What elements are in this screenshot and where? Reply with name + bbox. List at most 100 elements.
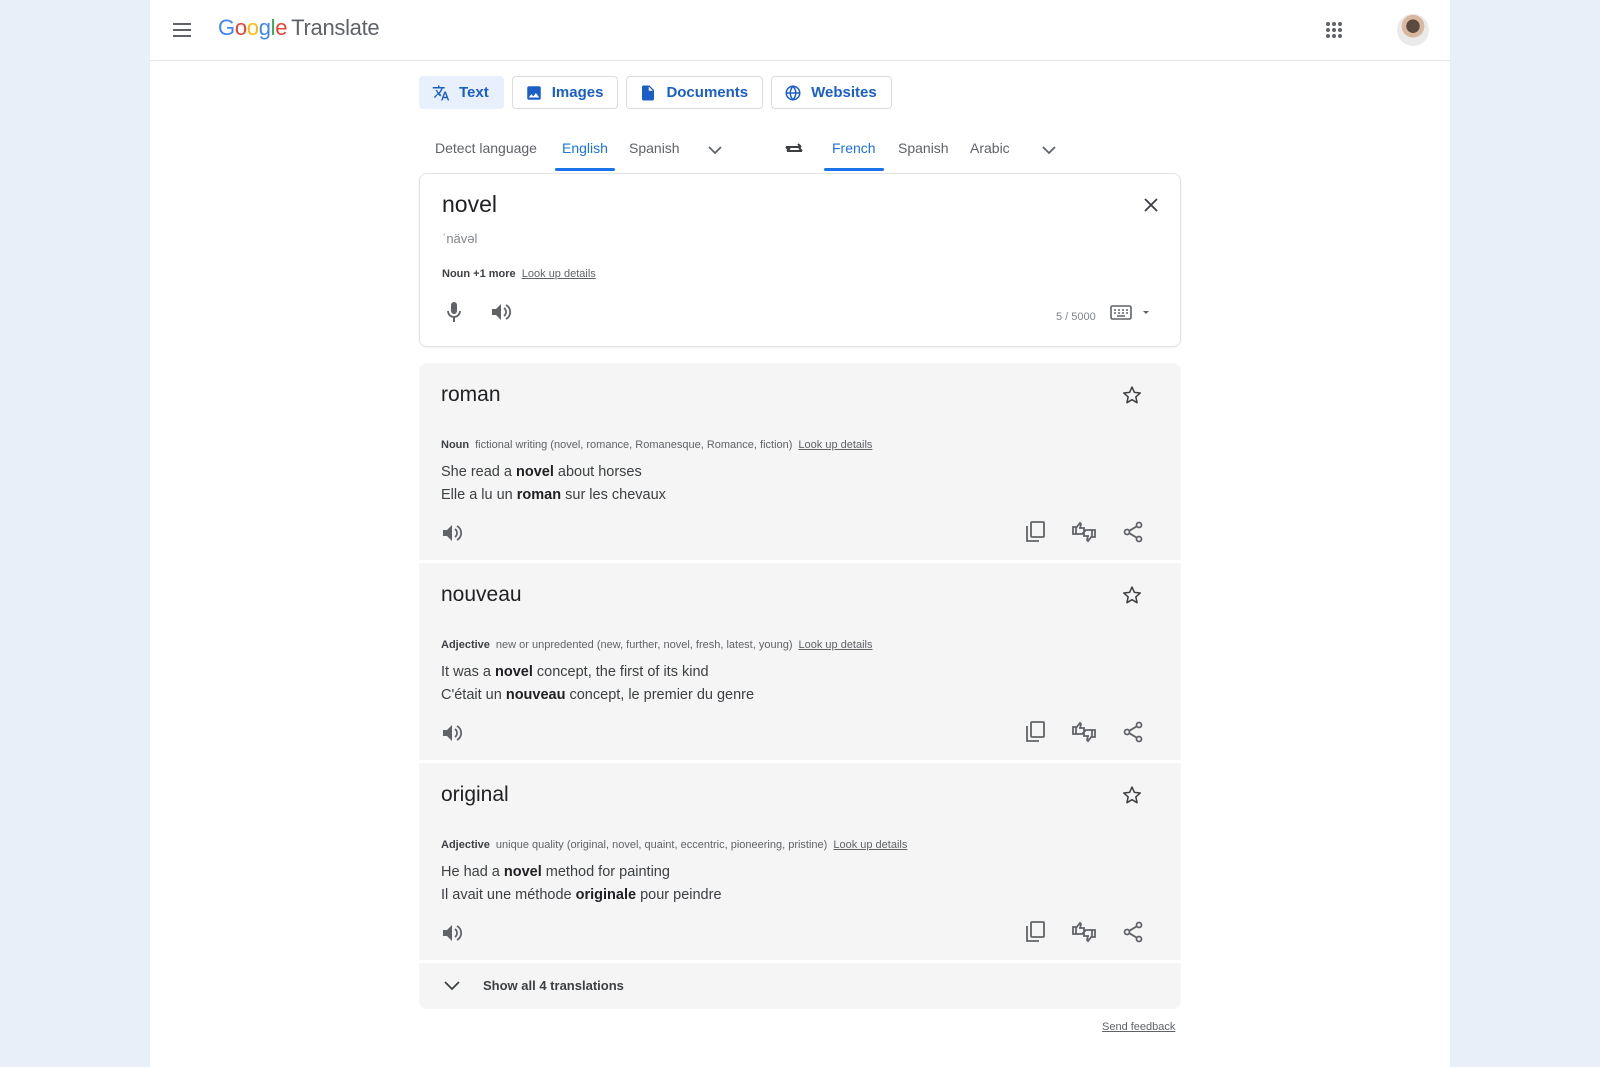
highlighted-word: novel	[503, 864, 542, 880]
translation-card: nouveau Adjective new or unpredented (new…	[419, 563, 1181, 763]
source-lang-spanish[interactable]: Spanish	[629, 140, 680, 156]
character-count: 5 / 5000	[1056, 311, 1096, 323]
tab-text[interactable]: Text	[419, 76, 504, 109]
highlighted-word: originale	[575, 887, 637, 903]
document-icon	[642, 85, 655, 100]
part-of-speech: Adjective	[441, 839, 490, 851]
source-text-input[interactable]: novel	[442, 191, 497, 218]
translate-icon	[432, 85, 450, 100]
product-name: Translate	[291, 15, 380, 40]
highlighted-word: roman	[516, 487, 562, 503]
source-part-of-speech: Noun +1 more Look up details	[442, 268, 596, 280]
share-icon[interactable]	[1120, 519, 1146, 545]
target-lang-french[interactable]: French	[832, 140, 876, 156]
rate-translation-thumbs-icon[interactable]	[1070, 919, 1098, 945]
translation-card: original Adjective unique quality (origin…	[419, 763, 1181, 963]
example-text: She read a	[441, 464, 516, 480]
highlighted-word: novel	[515, 464, 554, 480]
example-text: concept, le premier du genre	[565, 687, 755, 703]
source-lang-active-indicator	[555, 168, 615, 171]
translation-word: original	[441, 783, 509, 806]
send-feedback-link[interactable]: Send feedback	[1102, 1021, 1175, 1033]
tab-documents[interactable]: Documents	[626, 76, 764, 109]
google-translate-logo[interactable]: Google Translate	[218, 15, 380, 41]
example-source: She read a novel about horses	[441, 464, 642, 480]
save-star-icon[interactable]	[1120, 383, 1144, 407]
user-avatar[interactable]	[1397, 14, 1429, 46]
clear-text-close-icon[interactable]	[1138, 192, 1164, 218]
logo-letter: o	[234, 15, 247, 40]
look-up-details-link[interactable]: Look up details	[798, 439, 872, 451]
listen-speaker-icon[interactable]	[441, 921, 465, 945]
logo-letter: e	[275, 15, 288, 40]
example-text: pour peindre	[636, 887, 722, 903]
translation-meta: Adjective unique quality (original, novel…	[441, 839, 907, 851]
pos-label: Noun +1 more	[442, 268, 516, 280]
translation-results: roman Noun fictional writing (novel, roma…	[419, 363, 1181, 1009]
copy-icon[interactable]	[1022, 919, 1048, 945]
translation-word: roman	[441, 383, 501, 406]
copy-icon[interactable]	[1022, 519, 1048, 545]
listen-speaker-icon[interactable]	[441, 721, 465, 745]
top-app-bar: Google Translate	[150, 0, 1450, 61]
part-of-speech: Adjective	[441, 639, 490, 651]
listen-speaker-icon[interactable]	[490, 300, 514, 324]
highlighted-word: novel	[495, 664, 533, 680]
target-lang-more-chevron-down-icon[interactable]	[1039, 140, 1059, 160]
tab-label: Text	[459, 84, 489, 101]
target-lang-arabic[interactable]: Arabic	[970, 140, 1010, 156]
tab-websites[interactable]: Websites	[771, 76, 892, 109]
translation-meta: Noun fictional writing (novel, romance, R…	[441, 439, 872, 451]
translation-gloss: unique quality (original, novel, quaint,…	[495, 839, 828, 851]
rate-translation-thumbs-icon[interactable]	[1070, 719, 1098, 745]
part-of-speech: Noun	[441, 439, 470, 451]
keyboard-input-tools-icon[interactable]	[1110, 302, 1154, 322]
language-bar: Detect language English Spanish French S…	[419, 130, 1181, 172]
translation-card: roman Noun fictional writing (novel, roma…	[419, 363, 1181, 563]
logo-letter: o	[246, 15, 259, 40]
example-text: sur les chevaux	[561, 487, 666, 503]
source-lang-more-chevron-down-icon[interactable]	[705, 140, 725, 160]
logo-letter: g	[258, 15, 271, 40]
highlighted-word: nouveau	[505, 687, 566, 703]
example-source: It was a novel concept, the first of its…	[441, 664, 709, 680]
look-up-details-link[interactable]: Look up details	[522, 268, 596, 280]
page: Google Translate Text Images Documents We…	[150, 0, 1450, 1067]
share-icon[interactable]	[1120, 919, 1146, 945]
image-icon	[526, 85, 541, 100]
show-all-label: Show all 4 translations	[483, 978, 624, 993]
apps-grid-icon[interactable]	[1322, 18, 1346, 42]
listen-speaker-icon[interactable]	[441, 521, 465, 545]
tab-label: Documents	[666, 84, 749, 101]
example-target: Elle a lu un roman sur les chevaux	[441, 487, 666, 503]
hamburger-menu-icon[interactable]	[170, 18, 194, 42]
translation-meta: Adjective new or unpredented (new, furthe…	[441, 639, 873, 651]
tab-label: Images	[551, 84, 604, 101]
target-lang-spanish[interactable]: Spanish	[898, 140, 949, 156]
source-lang-detect[interactable]: Detect language	[435, 140, 537, 156]
example-text: Elle a lu un	[441, 487, 517, 503]
translation-mode-tabs: Text Images Documents Websites	[419, 76, 892, 109]
example-text: Il avait une méthode	[441, 887, 576, 903]
tab-images[interactable]: Images	[511, 76, 619, 109]
example-target: Il avait une méthode originale pour pein…	[441, 887, 722, 903]
copy-icon[interactable]	[1022, 719, 1048, 745]
source-text-panel[interactable]: novel ˈnävəl Noun +1 more Look up detail…	[419, 173, 1181, 347]
source-lang-english[interactable]: English	[562, 140, 608, 156]
save-star-icon[interactable]	[1120, 583, 1144, 607]
translation-word: nouveau	[441, 583, 522, 606]
look-up-details-link[interactable]: Look up details	[833, 839, 907, 851]
save-star-icon[interactable]	[1120, 783, 1144, 807]
example-text: concept, the first of its kind	[532, 664, 709, 680]
rate-translation-thumbs-icon[interactable]	[1070, 519, 1098, 545]
swap-languages-icon[interactable]	[783, 138, 805, 160]
look-up-details-link[interactable]: Look up details	[799, 639, 873, 651]
example-text: It was a	[441, 664, 495, 680]
tab-label: Websites	[811, 84, 877, 101]
logo-letter: G	[218, 15, 235, 40]
share-icon[interactable]	[1120, 719, 1146, 745]
target-lang-active-indicator	[824, 168, 884, 171]
show-all-translations-button[interactable]: Show all 4 translations	[419, 963, 1181, 1009]
example-text: C'était un	[441, 687, 506, 703]
microphone-icon[interactable]	[442, 300, 466, 324]
